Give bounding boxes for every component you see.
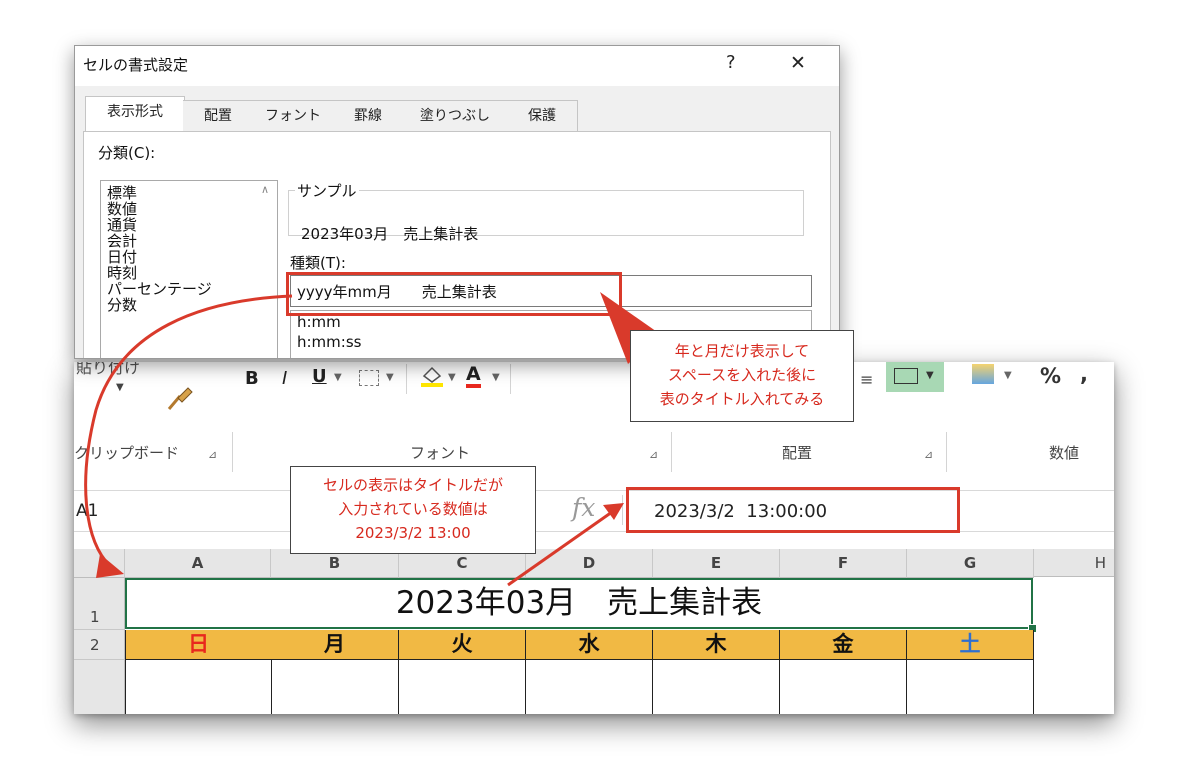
- callout-line: 表のタイトル入れてみる: [659, 390, 825, 408]
- annotation-arrows: [84, 292, 660, 587]
- callout-middle: セルの表示はタイトルだが 入力されている数値は 2023/3/2 13:00: [290, 466, 536, 554]
- curve-arrow-line: [84, 294, 293, 568]
- highlight-type-input: [286, 272, 622, 316]
- callout-line: 入力されている数値は: [338, 500, 488, 518]
- callout-right: 年と月だけ表示して スペースを入れた後に 表のタイトル入れてみる: [630, 330, 854, 422]
- callout-line: 年と月だけ表示して: [674, 342, 810, 360]
- callout-line: セルの表示はタイトルだが: [322, 476, 503, 494]
- callout-line: 2023/3/2 13:00: [355, 524, 471, 542]
- callout-line: スペースを入れた後に: [667, 366, 817, 384]
- highlight-formula-value: [626, 487, 960, 533]
- curve-arrow-head: [96, 554, 124, 578]
